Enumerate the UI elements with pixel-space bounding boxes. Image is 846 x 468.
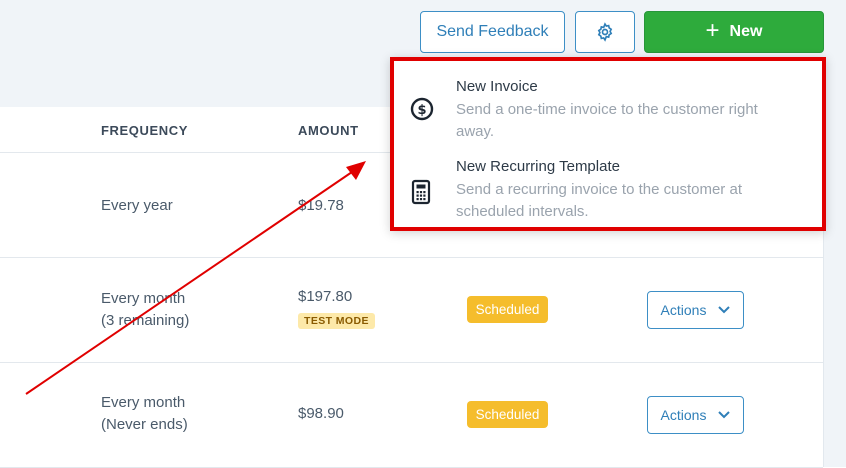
gear-icon <box>597 22 613 42</box>
amount-cell: $19.78 <box>298 197 344 214</box>
chevron-down-icon <box>718 306 731 314</box>
new-button-label: New <box>729 23 763 40</box>
test-mode-badge: TEST MODE <box>298 313 375 329</box>
frequency-detail: (3 remaining) <box>101 312 190 329</box>
menu-item-new-recurring-template[interactable]: New Recurring Template Send a recurring … <box>394 143 822 227</box>
frequency-detail: (Never ends) <box>101 416 188 433</box>
svg-text:$: $ <box>417 103 426 118</box>
amount-cell: $98.90 <box>298 405 344 422</box>
plus-icon: + <box>705 17 720 44</box>
new-button[interactable]: + New <box>644 11 824 53</box>
menu-item-title: New Invoice <box>456 78 538 95</box>
dollar-coin-icon: $ <box>410 97 434 121</box>
menu-item-title: New Recurring Template <box>456 158 620 175</box>
table-row[interactable]: Every month (Never ends) $98.90 Schedule… <box>0 363 823 468</box>
actions-label: Actions <box>660 302 707 318</box>
actions-button[interactable]: Actions <box>647 396 744 434</box>
column-frequency: FREQUENCY <box>101 123 189 138</box>
menu-item-description: Send a one-time invoice to the customer … <box>456 101 758 140</box>
menu-item-new-invoice[interactable]: $ New Invoice Send a one-time invoice to… <box>394 61 822 143</box>
table-row[interactable]: Every month (3 remaining) $197.80 TEST M… <box>0 258 823 363</box>
chevron-down-icon <box>718 411 731 419</box>
actions-button[interactable]: Actions <box>647 291 744 329</box>
column-amount: AMOUNT <box>298 123 359 138</box>
frequency-cell: Every month <box>101 394 186 411</box>
actions-label: Actions <box>660 407 707 423</box>
status-badge: Scheduled <box>467 401 548 428</box>
settings-button[interactable] <box>575 11 635 53</box>
right-rail <box>823 107 846 467</box>
new-dropdown-menu: $ New Invoice Send a one-time invoice to… <box>390 57 826 231</box>
menu-item-description: Send a recurring invoice to the customer… <box>456 181 742 220</box>
calculator-icon <box>411 179 431 205</box>
frequency-cell: Every month <box>101 290 186 307</box>
amount-cell: $197.80 <box>298 288 353 305</box>
send-feedback-label: Send Feedback <box>436 23 549 40</box>
send-feedback-button[interactable]: Send Feedback <box>420 11 565 53</box>
frequency-cell: Every year <box>101 197 173 214</box>
status-badge: Scheduled <box>467 296 548 323</box>
